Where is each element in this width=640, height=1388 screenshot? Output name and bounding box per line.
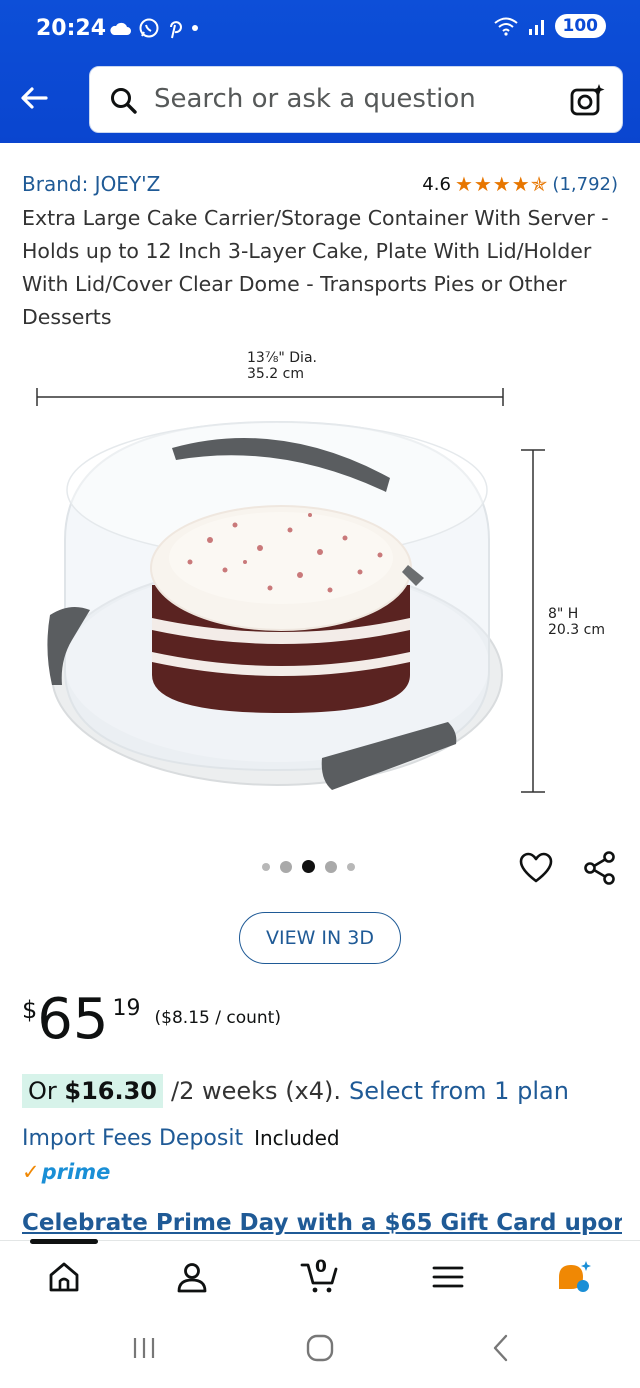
status-time: 20:24 bbox=[36, 16, 107, 41]
installment-term: /2 weeks (x4). bbox=[171, 1077, 342, 1105]
price-fraction: 19 bbox=[112, 996, 141, 1021]
status-bar: 20:24 100 bbox=[0, 0, 640, 60]
whatsapp-icon bbox=[139, 18, 159, 38]
dot-icon bbox=[192, 25, 198, 31]
carousel-dot[interactable] bbox=[325, 860, 337, 873]
wifi-icon bbox=[493, 17, 518, 36]
import-fees-link[interactable]: Import Fees Deposit bbox=[22, 1126, 243, 1151]
app-header: 20:24 100 Search or ask a question bbox=[0, 0, 640, 143]
import-fees: Import Fees Deposit Included bbox=[22, 1126, 340, 1151]
bottom-navigation: 0 bbox=[0, 1239, 640, 1306]
price-whole: 65 bbox=[37, 987, 109, 1052]
height-label-inch: 8" H bbox=[548, 606, 579, 622]
carousel-dot-active[interactable] bbox=[302, 860, 315, 873]
product-title: Extra Large Cake Carrier/Storage Contain… bbox=[22, 206, 609, 329]
height-label-cm: 20.3 cm bbox=[548, 622, 605, 638]
back-arrow-icon[interactable] bbox=[14, 78, 54, 118]
search-icon bbox=[111, 88, 137, 114]
unit-price: ($8.15 / count) bbox=[154, 1008, 281, 1028]
status-notification-icons bbox=[108, 14, 200, 42]
system-navigation-bar bbox=[0, 1306, 640, 1388]
status-system-icons: 100 bbox=[493, 14, 606, 38]
carousel-dot[interactable] bbox=[262, 862, 270, 871]
installment-highlight: Or $16.30 bbox=[22, 1074, 164, 1108]
prime-day-promo-link[interactable]: Celebrate Prime Day with a $65 Gift Card… bbox=[22, 1210, 622, 1242]
brand-link[interactable]: Brand: JOEY'Z bbox=[22, 172, 160, 196]
search-placeholder: Search or ask a question bbox=[154, 84, 476, 114]
diameter-label-inch: 13⅞" Dia. bbox=[247, 350, 317, 366]
view-in-3d-button[interactable]: VIEW IN 3D bbox=[239, 912, 401, 964]
cart-count: 0 bbox=[315, 1257, 327, 1277]
prime-label: prime bbox=[41, 1160, 111, 1184]
share-icon[interactable] bbox=[582, 850, 618, 886]
installment-offer: Or $16.30 /2 weeks (x4). Select from 1 p… bbox=[22, 1074, 569, 1108]
back-button-icon[interactable] bbox=[484, 1330, 520, 1366]
diameter-label-cm: 35.2 cm bbox=[247, 366, 304, 382]
rufus-assistant-icon[interactable] bbox=[556, 1259, 592, 1295]
select-plan-link[interactable]: Select from 1 plan bbox=[349, 1077, 569, 1105]
cake-carrier-illustration bbox=[36, 388, 545, 793]
cart-button[interactable]: 0 bbox=[300, 1257, 340, 1295]
star-rating-icon: ★★★★✯ bbox=[454, 172, 549, 196]
menu-icon[interactable] bbox=[430, 1259, 466, 1295]
price: $ 65 19 ($8.15 / count) bbox=[22, 988, 281, 1052]
rating-count[interactable]: (1,792) bbox=[552, 174, 618, 195]
rating-value: 4.6 bbox=[422, 173, 451, 195]
home-icon[interactable] bbox=[46, 1259, 82, 1295]
signal-icon bbox=[528, 20, 544, 35]
nav-active-indicator bbox=[30, 1239, 98, 1244]
cloud-icon bbox=[110, 22, 131, 35]
price-symbol: $ bbox=[22, 996, 38, 1024]
rating-summary[interactable]: 4.6 ★★★★✯ (1,792) bbox=[422, 172, 618, 196]
carousel-dots[interactable] bbox=[262, 860, 355, 873]
prime-badge: ✓ prime bbox=[22, 1160, 110, 1184]
import-fees-status: Included bbox=[254, 1126, 340, 1150]
search-input[interactable]: Search or ask a question bbox=[89, 66, 623, 133]
product-image[interactable]: 13⅞" Dia. 35.2 cm 8" H 20.3 cm bbox=[0, 340, 640, 840]
carousel-dot[interactable] bbox=[347, 862, 355, 871]
carousel-dot[interactable] bbox=[280, 860, 292, 873]
recent-apps-icon[interactable] bbox=[126, 1330, 162, 1366]
installment-prefix: Or bbox=[28, 1077, 65, 1105]
home-button-icon[interactable] bbox=[302, 1330, 338, 1366]
pinterest-icon bbox=[170, 21, 182, 39]
installment-amount: $16.30 bbox=[64, 1077, 158, 1105]
account-icon[interactable] bbox=[174, 1259, 210, 1295]
prime-check-icon: ✓ bbox=[22, 1160, 40, 1184]
camera-lens-icon[interactable] bbox=[568, 81, 606, 119]
heart-icon[interactable] bbox=[518, 850, 554, 886]
battery-indicator: 100 bbox=[554, 14, 606, 38]
